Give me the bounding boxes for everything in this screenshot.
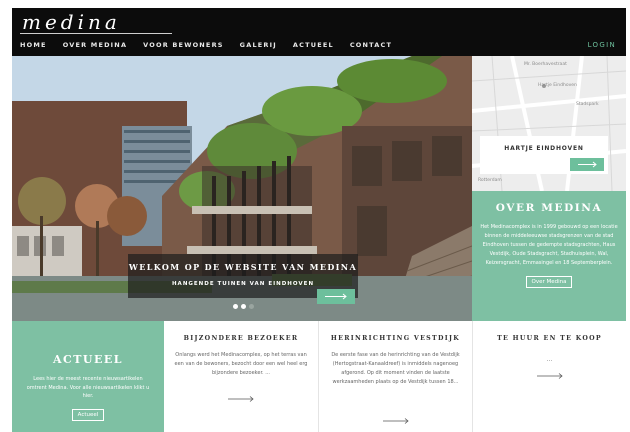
news-card-herinrichting-vestdijk[interactable]: HERINRICHTING VESTDIJK De eerste fase va… [319, 321, 473, 432]
over-medina-panel: OVER MEDINA Het Medinacomplex is in 1999… [472, 191, 626, 321]
news-card-title[interactable]: HERINRICHTING VESTDIJK [319, 335, 472, 342]
map-label: Mr. Boerhavestraat [524, 62, 567, 67]
actueel-button[interactable]: Actueel [71, 408, 105, 421]
actueel-title: ACTUEEL [52, 353, 124, 366]
news-card-bijzondere-bezoeker[interactable]: BIJZONDERE BEZOEKER Onlangs werd het Med… [164, 321, 319, 432]
nav-item-actueel[interactable]: ACTUEEL [293, 41, 334, 53]
hero-slider[interactable]: WELKOM OP DE WEBSITE VAN MEDINA HANGENDE… [12, 56, 472, 321]
main-nav: HOME OVER MEDINA VOOR BEWONERS GALERIJ A… [20, 41, 408, 57]
news-card-text: Onlangs werd het Medinacomplex, op het t… [174, 352, 308, 376]
site-logo[interactable]: medina [22, 10, 121, 34]
over-medina-title: OVER MEDINA [495, 202, 603, 214]
location-map[interactable]: Mr. Boerhavestraat Hartje Eindhoven Stad… [472, 56, 626, 191]
map-info-box: HARTJE EINDHOVEN [480, 136, 608, 174]
hero-title: WELKOM OP DE WEBSITE VAN MEDINA [128, 262, 358, 272]
slider-dots [233, 304, 257, 309]
over-medina-text: Het Medinacomplex is in 1999 gebouwd op … [480, 224, 618, 266]
nav-item-galerij[interactable]: GALERIJ [240, 41, 277, 53]
arrow-right-icon [325, 293, 347, 300]
news-card-title[interactable]: BIJZONDERE BEZOEKER [164, 335, 318, 342]
arrow-right-icon[interactable] [226, 395, 256, 403]
slider-dot[interactable] [241, 304, 246, 309]
te-huur-title[interactable]: TE HUUR EN TE KOOP [473, 335, 626, 342]
arrow-right-icon[interactable] [535, 372, 565, 380]
map-label: Hartje Eindhoven [538, 83, 577, 88]
nav-item-contact[interactable]: CONTACT [350, 41, 392, 53]
map-arrow-button[interactable] [570, 158, 604, 171]
nav-item-home[interactable]: HOME [20, 41, 47, 57]
actueel-text: Lees hier de meest recente nieuwsartikel… [26, 376, 150, 399]
actueel-card: ACTUEEL Lees hier de meest recente nieuw… [12, 321, 164, 432]
bottom-cards: ACTUEEL Lees hier de meest recente nieuw… [12, 321, 626, 432]
logo-underline [20, 33, 172, 34]
hero-next-button[interactable] [317, 289, 355, 304]
over-medina-button[interactable]: Over Medina [525, 276, 573, 288]
nav-item-voor-bewoners[interactable]: VOOR BEWONERS [143, 41, 224, 53]
arrow-right-icon [578, 161, 597, 168]
te-huur-text: ... [546, 356, 553, 363]
map-label: Rotterdam [478, 178, 502, 183]
slider-dot[interactable] [249, 304, 254, 309]
nav-item-over-medina[interactable]: OVER MEDINA [63, 41, 127, 53]
te-huur-card[interactable]: TE HUUR EN TE KOOP ... [473, 321, 626, 432]
hero-subtitle: HANGENDE TUINEN VAN EINDHOVEN [171, 281, 315, 287]
news-card-text: De eerste fase van de herinrichting van … [331, 352, 460, 385]
map-box-title: HARTJE EINDHOVEN [504, 145, 584, 152]
arrow-right-icon[interactable] [381, 417, 411, 425]
login-link[interactable]: LOGIN [588, 41, 616, 49]
site-header: medina HOME OVER MEDINA VOOR BEWONERS GA… [12, 8, 626, 57]
site: medina HOME OVER MEDINA VOOR BEWONERS GA… [12, 8, 626, 432]
slider-dot[interactable] [233, 304, 238, 309]
map-label: Stadspark [576, 102, 599, 107]
